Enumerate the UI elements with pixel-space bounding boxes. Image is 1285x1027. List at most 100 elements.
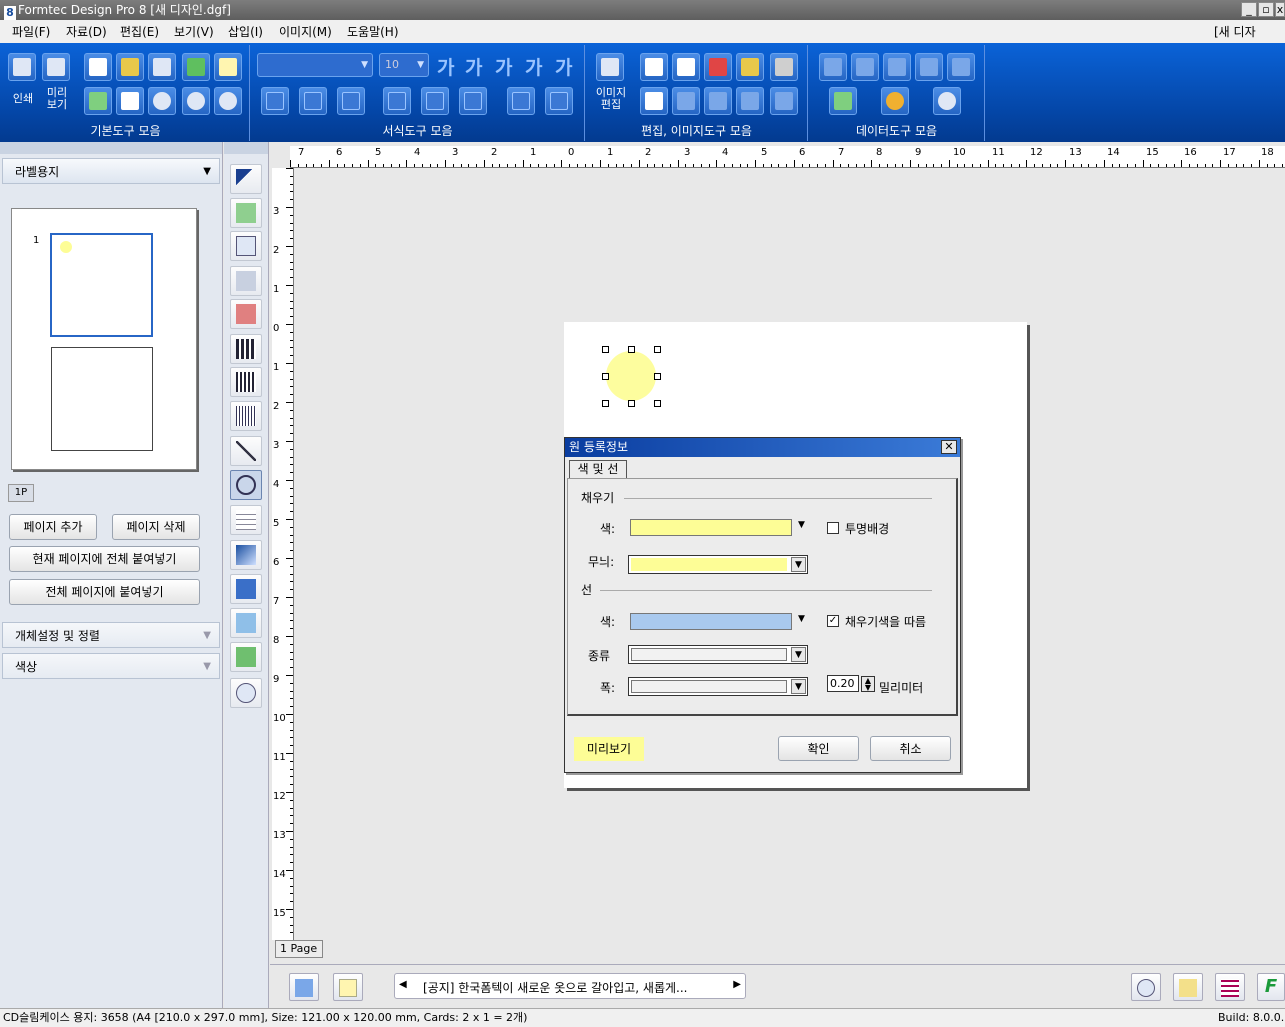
align-middle-icon[interactable] <box>421 87 449 115</box>
line-tool-icon[interactable] <box>230 436 262 466</box>
data-first-icon[interactable] <box>819 53 847 81</box>
font-name-select[interactable]: ▼ <box>257 53 373 77</box>
resize-handle[interactable] <box>602 346 609 353</box>
restore-button[interactable]: ▫ <box>1258 2 1274 17</box>
font-style-icon[interactable] <box>230 574 262 604</box>
table-tool-icon[interactable] <box>230 505 262 535</box>
align-bottom-icon[interactable] <box>459 87 487 115</box>
select-arrow-icon[interactable] <box>230 164 262 194</box>
copy-icon[interactable] <box>640 53 668 81</box>
import-data-icon[interactable] <box>230 198 262 228</box>
open-document-icon[interactable] <box>116 53 144 81</box>
fill-color-swatch[interactable] <box>630 519 792 536</box>
page-tab-1p[interactable]: 1P <box>8 484 34 502</box>
paste-all-current-button[interactable]: 현재 페이지에 전체 붙여넣기 <box>9 546 200 572</box>
image-data-icon[interactable] <box>230 608 262 638</box>
menu-edit[interactable]: 편집(E) <box>120 23 159 41</box>
label-paper-section[interactable]: 라벨용지 ▼ <box>2 158 220 184</box>
data-prev-icon[interactable] <box>851 53 879 81</box>
grid-layout-icon[interactable] <box>1215 973 1245 1001</box>
resize-handle[interactable] <box>654 346 661 353</box>
menu-data[interactable]: 자료(D) <box>66 23 107 41</box>
delete-page-button[interactable]: 페이지 삭제 <box>112 514 200 540</box>
data-last-icon[interactable] <box>947 53 975 81</box>
add-document-icon[interactable] <box>333 973 363 1001</box>
barcode-2d-icon[interactable] <box>230 401 262 431</box>
paste-all-pages-button[interactable]: 전체 페이지에 붙여넣기 <box>9 579 200 605</box>
qr-code-icon[interactable] <box>230 334 262 364</box>
data-next-icon[interactable] <box>915 53 943 81</box>
add-page-icon[interactable] <box>214 53 242 81</box>
fill-color-dropdown-icon[interactable]: ▼ <box>798 520 805 530</box>
blank-page-icon[interactable] <box>116 87 144 115</box>
ok-button[interactable]: 확인 <box>778 736 859 761</box>
menu-help[interactable]: 도움말(H) <box>347 23 399 41</box>
outline-icon[interactable]: 가 <box>555 53 572 80</box>
gradient-icon[interactable] <box>230 540 262 570</box>
menu-file[interactable]: 파일(F) <box>12 23 50 41</box>
delete-icon[interactable] <box>770 53 798 81</box>
shape-tool-icon[interactable] <box>230 470 262 500</box>
cd-icon[interactable] <box>1131 973 1161 1001</box>
char-spacing-icon[interactable] <box>545 87 573 115</box>
note-edit-icon[interactable] <box>1173 973 1203 1001</box>
underline-icon[interactable]: 가 <box>495 53 512 80</box>
resize-handle[interactable] <box>602 373 609 380</box>
follow-fill-checkbox[interactable]: ✓ <box>827 615 839 627</box>
color-section[interactable]: 색상 ▼ <box>2 653 220 679</box>
resize-handle[interactable] <box>628 400 635 407</box>
menu-view[interactable]: 보기(V) <box>174 23 214 41</box>
flip-horizontal-icon[interactable] <box>770 87 798 115</box>
chevron-down-icon[interactable]: ▼ <box>791 557 806 572</box>
redo-icon[interactable] <box>672 87 700 115</box>
bold-icon[interactable]: 가 <box>437 53 454 80</box>
text-box-icon[interactable] <box>230 231 262 261</box>
vertical-text-icon[interactable] <box>230 266 262 296</box>
new-document-icon[interactable] <box>84 53 112 81</box>
data-edit-icon[interactable] <box>883 53 911 81</box>
line-color-dropdown-icon[interactable]: ▼ <box>798 614 805 624</box>
line-color-swatch[interactable] <box>630 613 792 630</box>
add-page-button[interactable]: 페이지 추가 <box>9 514 97 540</box>
close-icon[interactable]: ✕ <box>941 440 957 454</box>
barcode-icon[interactable] <box>230 367 262 397</box>
minimize-button[interactable]: _ <box>1241 2 1257 17</box>
tab-color-line[interactable]: 색 및 선 <box>569 460 627 478</box>
undo-icon[interactable] <box>704 87 732 115</box>
circle-shape[interactable] <box>606 351 656 401</box>
menu-image[interactable]: 이미지(M) <box>279 23 332 41</box>
flip-vertical-icon[interactable] <box>736 87 764 115</box>
image-edit-icon[interactable] <box>596 53 624 81</box>
import-icon[interactable] <box>84 87 112 115</box>
align-top-icon[interactable] <box>383 87 411 115</box>
data-merge-icon[interactable] <box>289 973 319 1001</box>
chevron-down-icon[interactable]: ▼ <box>791 679 806 694</box>
transparent-checkbox[interactable] <box>827 522 839 534</box>
align-right-icon[interactable] <box>337 87 365 115</box>
align-center-icon[interactable] <box>299 87 327 115</box>
resize-handle[interactable] <box>602 400 609 407</box>
line-width-input[interactable]: 0.20 <box>827 675 859 692</box>
cd-label-icon[interactable] <box>230 678 262 708</box>
cut-icon[interactable] <box>704 53 732 81</box>
resize-handle[interactable] <box>654 373 661 380</box>
object-settings-section[interactable]: 개체설정 및 정렬 ▼ <box>2 622 220 648</box>
pattern-select[interactable]: ▼ <box>628 555 808 574</box>
line-spacing-icon[interactable] <box>507 87 535 115</box>
line-style-select[interactable]: ▼ <box>628 645 808 664</box>
data-settings-icon[interactable] <box>881 87 909 115</box>
cancel-button[interactable]: 취소 <box>870 736 951 761</box>
spin-arrows-icon[interactable]: ▲ ▼ <box>861 676 875 692</box>
page-thumbnail-1[interactable] <box>50 233 153 337</box>
duplicate-icon[interactable] <box>672 53 700 81</box>
chevron-right-icon[interactable]: ▶ <box>733 979 741 990</box>
data-search-icon[interactable] <box>933 87 961 115</box>
zoom-in-icon[interactable] <box>148 87 176 115</box>
resize-handle[interactable] <box>628 346 635 353</box>
page-tab[interactable]: 1 Page <box>275 940 323 958</box>
preview-button[interactable]: 미리보기 <box>574 737 644 761</box>
chevron-down-icon[interactable]: ▼ <box>791 647 806 662</box>
refresh-icon[interactable] <box>182 53 210 81</box>
picture-icon[interactable] <box>230 642 262 672</box>
save-icon[interactable] <box>148 53 176 81</box>
